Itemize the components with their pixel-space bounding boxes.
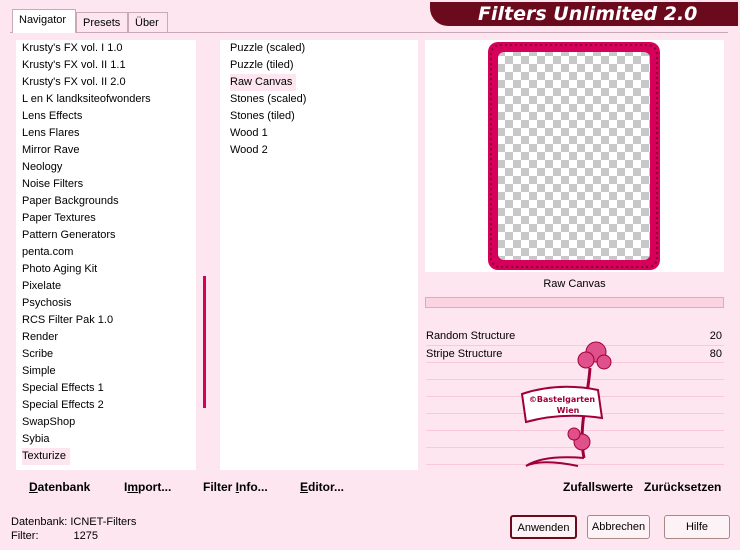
- param-name: Random Structure: [426, 330, 516, 342]
- category-item[interactable]: Special Effects 1: [22, 380, 108, 397]
- filter-item[interactable]: Stones (scaled): [230, 91, 310, 108]
- import-button[interactable]: Import...: [124, 479, 171, 495]
- watermark-text-1: ©Bastelgarten: [529, 395, 596, 404]
- category-item[interactable]: L en K landksiteofwonders: [22, 91, 155, 108]
- category-item[interactable]: Scribe: [22, 346, 57, 363]
- category-item[interactable]: RCS Filter Pak 1.0: [22, 312, 117, 329]
- filter-item[interactable]: Stones (tiled): [230, 108, 299, 125]
- filter-item[interactable]: Wood 2: [230, 142, 272, 159]
- category-item[interactable]: Krusty's FX vol. II 2.0: [22, 74, 130, 91]
- watermark-text-2: Wien: [557, 406, 580, 415]
- db-value: ICNET-Filters: [70, 516, 137, 528]
- progress-bar: [425, 297, 724, 308]
- category-item[interactable]: Simple: [22, 363, 60, 380]
- param-name: Stripe Structure: [426, 348, 503, 360]
- tab-ueber[interactable]: Über: [128, 12, 168, 32]
- category-scrollbar[interactable]: [198, 40, 212, 470]
- filter-count-label: Filter:: [11, 530, 39, 542]
- category-item[interactable]: Noise Filters: [22, 176, 87, 193]
- anwenden-button[interactable]: Anwenden: [510, 515, 577, 539]
- category-item[interactable]: Lens Effects: [22, 108, 86, 125]
- category-item[interactable]: Sybia: [22, 431, 54, 448]
- preview-panel: [425, 40, 724, 272]
- title-banner: Filters Unlimited 2.0: [430, 2, 738, 26]
- category-item[interactable]: penta.com: [22, 244, 77, 261]
- category-item[interactable]: Texturize: [22, 448, 71, 465]
- filter-list[interactable]: Puzzle (scaled) Puzzle (tiled) Raw Canvas S…: [220, 40, 418, 470]
- filter-info-button[interactable]: Filter Info...: [203, 479, 268, 495]
- category-item[interactable]: Photo Aging Kit: [22, 261, 101, 278]
- datenbank-button[interactable]: Datenbank: [29, 479, 90, 495]
- category-scrollbar-thumb[interactable]: [203, 276, 206, 408]
- filter-item[interactable]: Puzzle (tiled): [230, 57, 298, 74]
- db-label: Datenbank:: [11, 516, 68, 528]
- param-value: 20: [709, 330, 722, 342]
- tab-navigator[interactable]: Navigator: [12, 9, 76, 33]
- category-item[interactable]: Psychosis: [22, 295, 76, 312]
- abbrechen-button[interactable]: Abbrechen: [587, 515, 650, 539]
- filter-item[interactable]: Puzzle (scaled): [230, 40, 309, 57]
- filter-count-value: 1275: [73, 530, 98, 542]
- tab-presets[interactable]: Presets: [76, 12, 128, 32]
- category-item[interactable]: Pattern Generators: [22, 227, 120, 244]
- zuruecksetzen-button[interactable]: Zurücksetzen: [644, 479, 721, 495]
- preview-label: Raw Canvas: [425, 274, 724, 294]
- hilfe-button[interactable]: Hilfe: [664, 515, 730, 539]
- category-item[interactable]: Paper Backgrounds: [22, 193, 123, 210]
- status-area: Datenbank: ICNET-Filters Filter: 1275: [11, 515, 136, 543]
- category-item[interactable]: Krusty's FX vol. I 1.0: [22, 40, 127, 57]
- category-item[interactable]: SwapShop: [22, 414, 79, 431]
- category-item[interactable]: Render: [22, 329, 62, 346]
- preview-image: [488, 42, 660, 270]
- category-list[interactable]: Krusty's FX vol. I 1.0 Krusty's FX vol. I…: [16, 40, 196, 470]
- watermark-logo: ©Bastelgarten Wien: [518, 338, 638, 478]
- editor-button[interactable]: Editor...: [300, 479, 344, 495]
- category-item[interactable]: Paper Textures: [22, 210, 100, 227]
- category-item[interactable]: Special Effects 2: [22, 397, 108, 414]
- filter-item[interactable]: Wood 1: [230, 125, 272, 142]
- category-item[interactable]: Krusty's FX vol. II 1.1: [22, 57, 130, 74]
- filter-item[interactable]: Raw Canvas: [230, 74, 297, 91]
- param-value: 80: [709, 348, 722, 360]
- category-item[interactable]: Pixelate: [22, 278, 65, 295]
- category-item[interactable]: Mirror Rave: [22, 142, 83, 159]
- category-item[interactable]: Neology: [22, 159, 66, 176]
- zufallswerte-button[interactable]: Zufallswerte: [563, 479, 633, 495]
- category-item[interactable]: Lens Flares: [22, 125, 83, 142]
- flower-watermark-icon: ©Bastelgarten Wien: [520, 341, 612, 467]
- app-title: Filters Unlimited 2.0: [478, 3, 698, 25]
